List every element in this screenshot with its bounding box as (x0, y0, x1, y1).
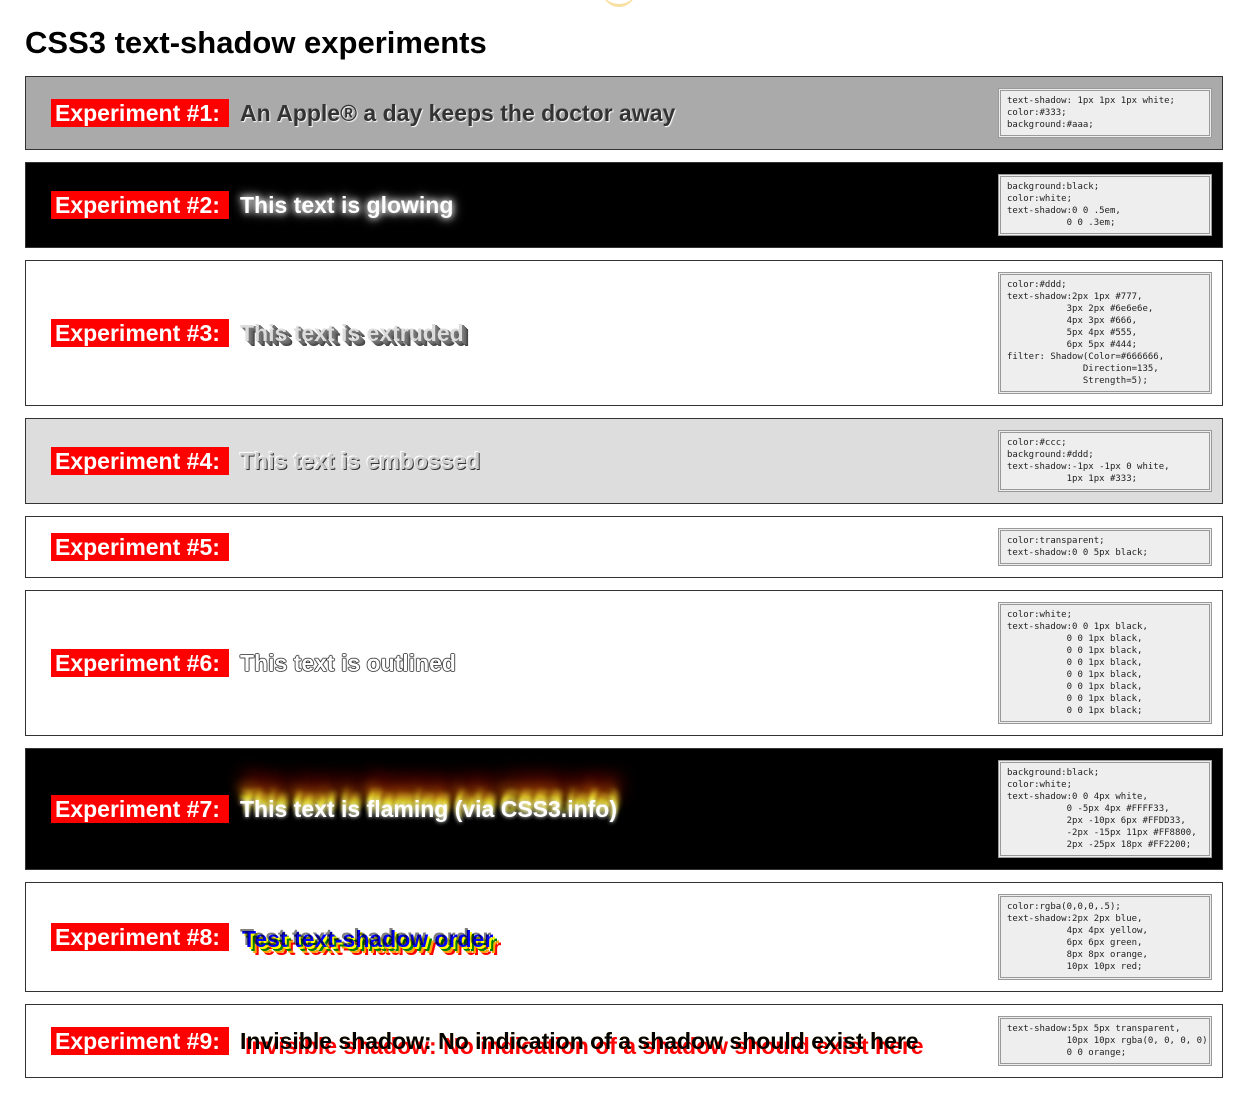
experiment-label: Experiment #8: (51, 923, 229, 951)
experiment-1: Experiment #1: An Apple® a day keeps the… (25, 76, 1223, 150)
experiment-label: Experiment #4: (51, 447, 229, 475)
code-sample: background:black; color:white; text-shad… (998, 174, 1212, 236)
code-sample: color:#ddd; text-shadow:2px 1px #777, 3p… (998, 272, 1212, 394)
experiment-label: Experiment #9: (51, 1027, 229, 1055)
experiment-demo-text: This text is glowing (240, 192, 454, 218)
experiment-8: Experiment #8: Test text-shadow order co… (25, 882, 1223, 992)
experiment-demo-text: This text is outlined (240, 650, 456, 676)
experiment-demo-text: This text is embossed (240, 448, 481, 474)
experiment-label: Experiment #6: (51, 649, 229, 677)
experiment-3: Experiment #3: This text is extruded col… (25, 260, 1223, 406)
code-sample: color:white; text-shadow:0 0 1px black, … (998, 602, 1212, 724)
experiment-7: Experiment #7: This text is flaming (via… (25, 748, 1223, 870)
code-sample: text-shadow:5px 5px transparent, 10px 10… (998, 1016, 1212, 1066)
experiment-label: Experiment #7: (51, 795, 229, 823)
experiment-demo-text: This text is flaming (via CSS3.info) (240, 796, 618, 822)
experiment-label: Experiment #2: (51, 191, 229, 219)
experiment-demo-text: Invisible shadow: No indication of a sha… (240, 1028, 919, 1054)
experiment-4: Experiment #4: This text is embossed col… (25, 418, 1223, 504)
experiment-6: Experiment #6: This text is outlined col… (25, 590, 1223, 736)
code-sample: color:transparent; text-shadow:0 0 5px b… (998, 528, 1212, 566)
experiment-demo-text: An Apple® a day keeps the doctor away (240, 100, 676, 126)
experiment-label: Experiment #3: (51, 319, 229, 347)
experiment-9: Experiment #9: Invisible shadow: No indi… (25, 1004, 1223, 1078)
experiment-demo-text: This text is extruded (240, 320, 464, 346)
experiment-5: Experiment #5: color:transparent; text-s… (25, 516, 1223, 578)
experiment-2: Experiment #2: This text is glowing back… (25, 162, 1223, 248)
page-title: CSS3 text-shadow experiments (25, 25, 487, 60)
code-sample: color:rgba(0,0,0,.5); text-shadow:2px 2p… (998, 894, 1212, 980)
experiment-label: Experiment #1: (51, 99, 229, 127)
code-sample: text-shadow: 1px 1px 1px white; color:#3… (998, 88, 1212, 138)
code-sample: color:#ccc; background:#ddd; text-shadow… (998, 430, 1212, 492)
experiment-demo-text: Test text-shadow order (240, 924, 492, 950)
experiment-demo-wrapper: Invisible shadow: No indication of a sha… (240, 1027, 924, 1059)
code-sample: background:black; color:white; text-shad… (998, 760, 1212, 858)
experiment-label: Experiment #5: (51, 533, 229, 561)
top-decoration (602, 0, 636, 7)
